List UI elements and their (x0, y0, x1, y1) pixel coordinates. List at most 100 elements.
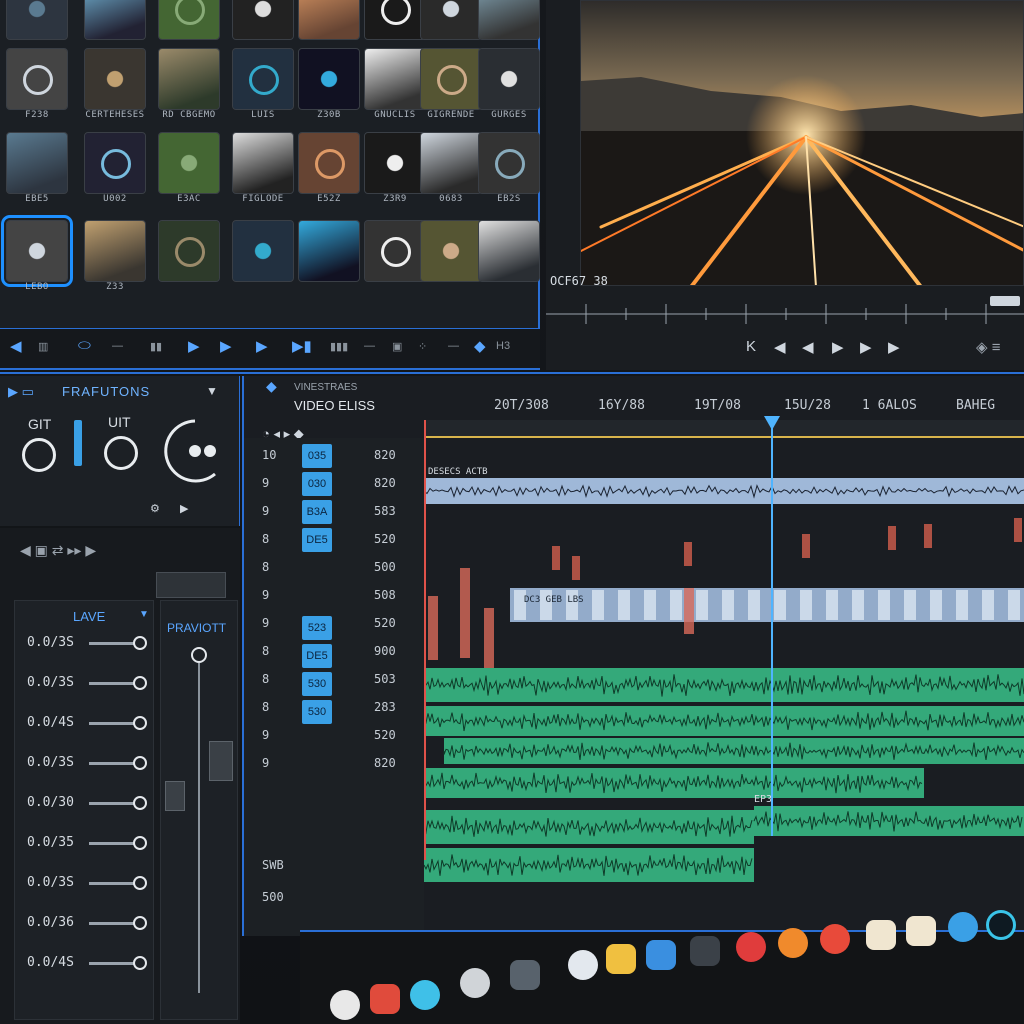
media-thumbnail[interactable] (298, 0, 360, 40)
mixer-toolbar-icons[interactable]: ◀ ▣ ⇄ ▸▸ ▶ (20, 542, 230, 566)
track-enable-toggle[interactable]: DE5 (302, 644, 332, 668)
media-thumbnail[interactable] (298, 132, 360, 194)
pan-dial[interactable] (160, 416, 230, 486)
lane-slider[interactable] (89, 682, 143, 685)
media-thumbnail[interactable] (478, 220, 540, 282)
timeline-tracks[interactable]: DESECS ACTB DC3 GEB LBS EP3 (424, 438, 1024, 936)
fx-expand-icon[interactable]: ▶ ▭ (8, 384, 34, 400)
split-icon[interactable]: ▮▮ (150, 340, 162, 353)
media-thumbnail[interactable] (364, 132, 426, 194)
music-icon[interactable] (736, 932, 766, 962)
media-thumbnail[interactable] (478, 132, 540, 194)
finder-icon[interactable] (330, 990, 360, 1020)
lane-slider[interactable] (89, 642, 143, 645)
chrome-alt-icon[interactable] (778, 928, 808, 958)
mixer-menu-button[interactable] (156, 572, 226, 598)
clip-marker[interactable] (552, 546, 560, 570)
track-enable-toggle[interactable]: 530 (302, 700, 332, 724)
media-thumbnail[interactable] (420, 0, 482, 40)
notes-icon[interactable] (606, 944, 636, 974)
collapse-left-icon[interactable]: ◀ (10, 337, 22, 355)
clip-marker[interactable] (802, 534, 810, 558)
text-edit-icon[interactable] (906, 916, 936, 946)
gain-knob[interactable] (22, 438, 56, 472)
opera-icon[interactable] (820, 924, 850, 954)
lane-slider-handle[interactable] (133, 796, 147, 810)
rewind-button[interactable]: ◀ (802, 338, 814, 356)
media-thumbnail[interactable] (6, 132, 68, 194)
skip-end-icon[interactable]: ▶▮ (292, 337, 312, 355)
media-thumbnail[interactable] (84, 220, 146, 282)
marker-icon[interactable]: ▶ (188, 337, 200, 355)
timeline-toggle-icon[interactable]: ◆ (266, 378, 277, 395)
clip-marker[interactable] (572, 556, 580, 580)
media-thumbnail[interactable] (298, 48, 360, 110)
edge-icon[interactable] (986, 910, 1016, 940)
media-thumbnail[interactable] (84, 48, 146, 110)
media-thumbnail[interactable] (84, 132, 146, 194)
playhead[interactable] (771, 416, 773, 836)
messages-icon[interactable] (948, 912, 978, 942)
clip-marker[interactable] (460, 568, 470, 658)
media-thumbnail[interactable] (478, 48, 540, 110)
media-thumbnail[interactable] (232, 220, 294, 282)
fx-dropdown-icon[interactable]: ▼ (206, 384, 218, 398)
lane-slider-handle[interactable] (133, 836, 147, 850)
video-clip[interactable] (510, 588, 1024, 622)
media-thumbnail[interactable] (364, 48, 426, 110)
lane-slider[interactable] (89, 962, 143, 965)
level-fader[interactable] (74, 420, 82, 466)
link-icon[interactable]: ⬭ (78, 337, 91, 354)
track-enable-toggle[interactable]: 035 (302, 444, 332, 468)
diamond-icon[interactable]: ◆ (474, 337, 486, 355)
square-icon[interactable]: ▣ (392, 340, 402, 353)
lane-slider[interactable] (89, 722, 143, 725)
clip-marker[interactable] (1014, 518, 1022, 542)
preview-scrub-bar[interactable] (546, 296, 1024, 330)
track-enable-toggle[interactable]: 523 (302, 616, 332, 640)
media-thumbnail[interactable] (158, 48, 220, 110)
clip-marker[interactable] (888, 526, 896, 550)
media-thumbnail[interactable] (6, 48, 68, 110)
app-store-icon[interactable] (646, 940, 676, 970)
pan-fader-handle[interactable] (209, 741, 233, 781)
fx-play-icon[interactable]: ▶ (180, 502, 188, 515)
play-icon[interactable]: ▶ (220, 337, 232, 355)
media-thumbnail[interactable] (158, 0, 220, 40)
go-start-button[interactable]: K (746, 338, 756, 355)
clip-marker[interactable] (924, 524, 932, 548)
bars-icon[interactable]: ▮▮▮ (330, 340, 348, 353)
clip-marker[interactable] (684, 588, 694, 634)
grid-view-icon[interactable]: ▥ (38, 340, 48, 353)
media-thumbnail[interactable] (6, 220, 68, 282)
lane-slider-handle[interactable] (133, 956, 147, 970)
track-enable-toggle[interactable]: DE5 (302, 528, 332, 552)
next-icon[interactable]: ▶ (256, 337, 268, 355)
clip-marker[interactable] (684, 542, 692, 566)
pan-fader-handle-left[interactable] (165, 781, 185, 811)
lane-slider-handle[interactable] (133, 876, 147, 890)
media-thumbnail[interactable] (420, 48, 482, 110)
fx-settings-icon[interactable]: ⚙ (150, 502, 160, 515)
media-thumbnail[interactable] (232, 0, 294, 40)
media-thumbnail[interactable] (420, 132, 482, 194)
track-enable-toggle[interactable]: 030 (302, 472, 332, 496)
step-forward-button[interactable]: ▶ (888, 338, 900, 356)
media-thumbnail[interactable] (420, 220, 482, 282)
media-thumbnail[interactable] (232, 48, 294, 110)
lane-slider[interactable] (89, 922, 143, 925)
lane-slider[interactable] (89, 802, 143, 805)
media-thumbnail[interactable] (6, 0, 68, 40)
calendar-icon[interactable] (370, 984, 400, 1014)
pan-knob[interactable] (191, 647, 207, 663)
lanes-dropdown-icon[interactable]: ▼ (139, 609, 149, 620)
lane-slider-handle[interactable] (133, 676, 147, 690)
shuffle-icon[interactable]: ⁘ (418, 340, 427, 353)
clip-marker[interactable] (428, 596, 438, 660)
media-thumbnail[interactable] (364, 0, 426, 40)
media-thumbnail[interactable] (232, 132, 294, 194)
pages-icon[interactable] (866, 920, 896, 950)
play-button[interactable]: ▶ (832, 338, 844, 356)
media-thumbnail[interactable] (84, 0, 146, 40)
timeline-ruler[interactable] (424, 420, 1024, 438)
